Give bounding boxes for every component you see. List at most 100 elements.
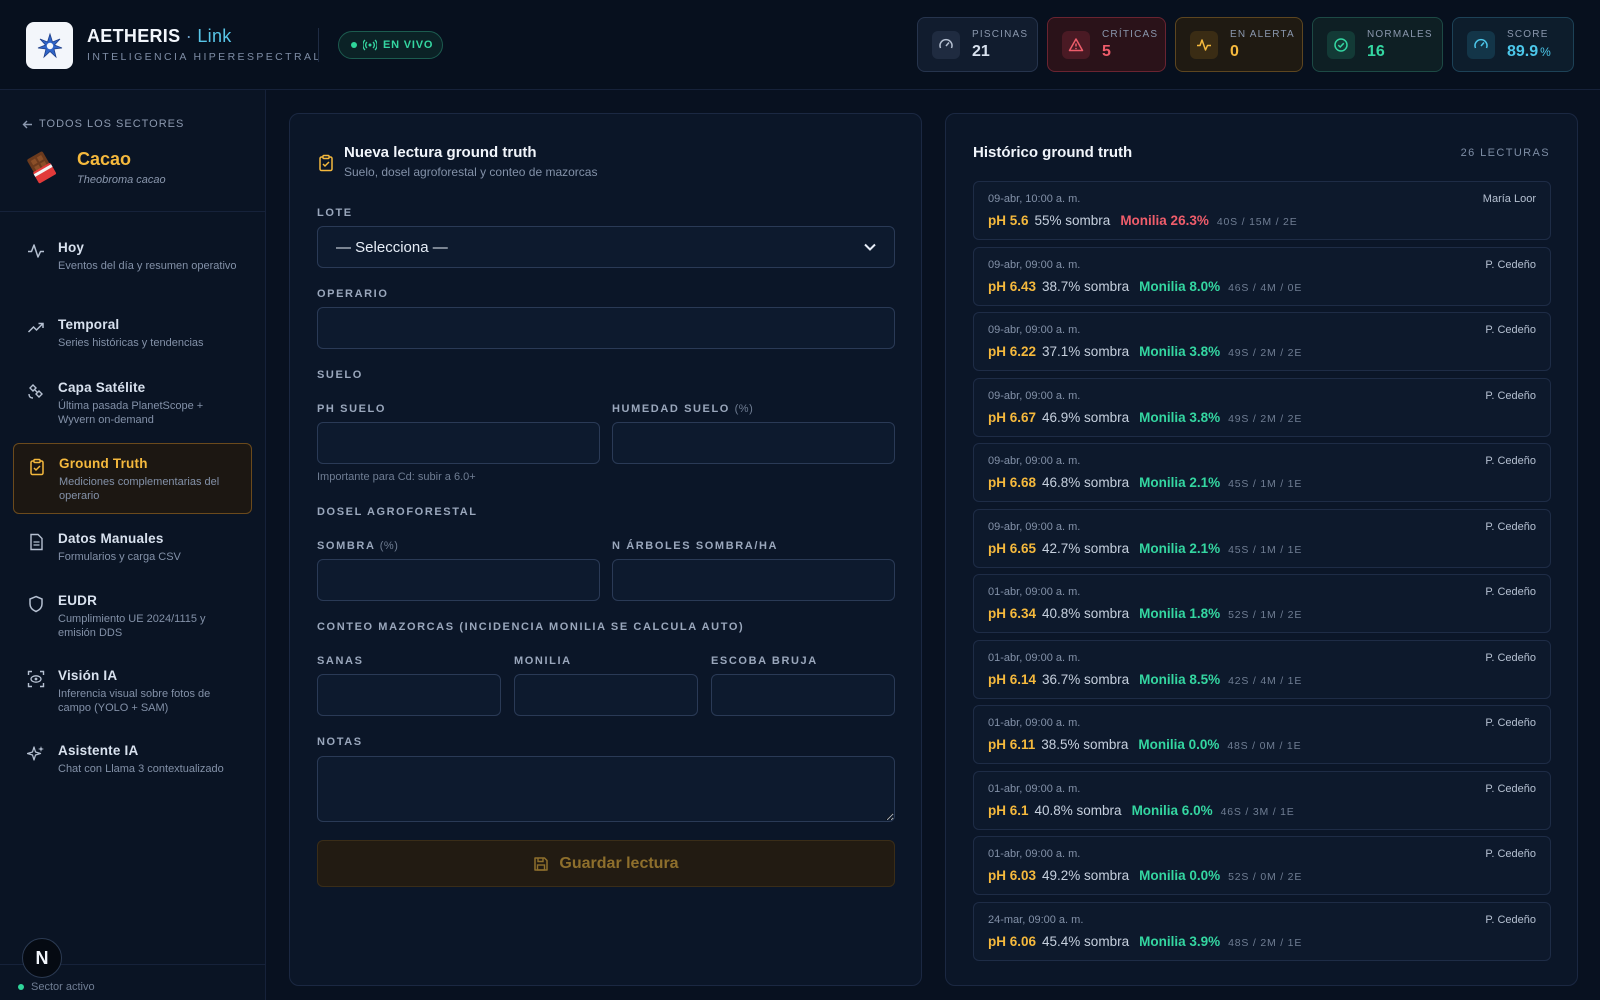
- sidebar-item-vision-ia[interactable]: Visión IA Inferencia visual sobre fotos …: [13, 656, 252, 715]
- arboles-input[interactable]: [612, 559, 895, 601]
- sidebar-divider: [0, 211, 266, 212]
- record-summary: pH 6.14 36.7% sombra Monilia 8.5% 42S / 4M …: [988, 672, 1302, 687]
- record-summary: pH 6.22 37.1% sombra Monilia 3.8% 49S / 2M …: [988, 344, 1302, 359]
- humedad-unit: (%): [734, 403, 754, 415]
- stat-normales[interactable]: NORMALES 16: [1312, 17, 1443, 72]
- form-title: Nueva lectura ground truth: [344, 144, 537, 161]
- suelo-section-label: SUELO: [317, 369, 363, 381]
- ph-input[interactable]: [317, 422, 600, 464]
- record-sombra: 40.8% sombra: [1042, 606, 1130, 621]
- sanas-label: SANAS: [317, 655, 364, 667]
- record-operator: P. Cedeño: [1485, 586, 1536, 598]
- pulse-icon: [28, 244, 44, 258]
- record-operator: P. Cedeño: [1485, 520, 1536, 533]
- sidebar-item-datos-manuales[interactable]: Datos Manuales Formularios y carga CSV: [13, 519, 252, 564]
- record-operator: P. Cedeño: [1485, 324, 1536, 336]
- record-summary: pH 6.68 46.8% sombra Monilia 2.1% 45S / 1M …: [988, 475, 1302, 490]
- history-record[interactable]: 01-abr, 09:00 a. m. P. Cedeño pH 6.03 49.2%…: [973, 836, 1551, 895]
- sidebar-item-temporal[interactable]: Temporal Series históricas y tendencias: [13, 305, 252, 350]
- history-record[interactable]: 09-abr, 09:00 a. m. P. Cedeño pH 6.67 46.9%…: [973, 377, 1551, 437]
- shield-icon: [29, 595, 43, 613]
- record-operator: P. Cedeño: [1485, 389, 1536, 402]
- record-ph: pH 6.65: [988, 540, 1037, 556]
- record-summary: pH 5.6 55% sombra Monilia 26.3% 40S / 15M /…: [988, 213, 1298, 228]
- stat-label: PISCINAS: [972, 28, 1029, 40]
- record-ph: pH 6.06: [988, 933, 1037, 949]
- trending-up-icon: [27, 322, 44, 333]
- operario-input[interactable]: [317, 307, 895, 349]
- history-record[interactable]: 09-abr, 09:00 a. m. P. Cedeño pH 6.22 37.1%…: [973, 312, 1551, 371]
- record-counts: 48S / 2M / 1E: [1228, 936, 1303, 949]
- sparkles-icon: [27, 746, 44, 761]
- record-operator: P. Cedeño: [1485, 782, 1536, 795]
- humedad-input[interactable]: [612, 422, 895, 464]
- save-reading-button[interactable]: Guardar lectura: [317, 840, 895, 887]
- history-record[interactable]: 09-abr, 09:00 a. m. P. Cedeño pH 6.43 38.7%…: [973, 246, 1551, 306]
- app-logo[interactable]: [26, 22, 73, 69]
- sidebar-item-capa-satelite[interactable]: Capa Satélite Última pasada PlanetScope …: [13, 368, 252, 427]
- humedad-label-text: HUMEDAD SUELO: [612, 403, 730, 415]
- record-summary: pH 6.06 45.4% sombra Monilia 3.9% 48S / 2M …: [988, 934, 1302, 949]
- chocolate-icon: [27, 151, 57, 184]
- star-logo-icon: [37, 32, 62, 58]
- history-record[interactable]: 09-abr, 09:00 a. m. P. Cedeño pH 6.65 42.7%…: [973, 508, 1551, 568]
- record-date: 09-abr, 10:00 a. m.: [988, 193, 1081, 205]
- history-panel: Histórico ground truth 26 LECTURAS 09-ab…: [945, 113, 1578, 986]
- record-summary: pH 6.11 38.5% sombra Monilia 0.0% 48S / 0M …: [988, 737, 1301, 752]
- history-record[interactable]: 24-mar, 09:00 a. m. P. Cedeño pH 6.06 45.4%…: [973, 901, 1551, 961]
- sidebar-item-ground-truth[interactable]: Ground Truth Mediciones complementarias …: [13, 443, 252, 514]
- history-record[interactable]: 01-abr, 09:00 a. m. P. Cedeño pH 6.14 36.7%…: [973, 639, 1551, 699]
- record-date: 09-abr, 09:00 a. m.: [988, 389, 1081, 402]
- sidebar-item-asistente-ia[interactable]: Asistente IA Chat con Llama 3 contextual…: [13, 731, 252, 776]
- history-record[interactable]: 01-abr, 09:00 a. m. P. Cedeño pH 6.1 40.8% …: [973, 770, 1551, 830]
- nav-title: Ground Truth: [59, 456, 148, 471]
- sector-scientific-name: Theobroma cacao: [77, 174, 166, 186]
- nav-desc: Cumplimiento UE 2024/1115 y emisión DDS: [58, 613, 206, 639]
- humedad-label: HUMEDAD SUELO (%): [612, 403, 753, 415]
- record-sombra: 46.9% sombra: [1042, 409, 1130, 425]
- stat-value: 89.9: [1507, 42, 1539, 60]
- sidebar-item-eudr[interactable]: EUDR Cumplimiento UE 2024/1115 y emisión…: [13, 581, 252, 640]
- operario-label: OPERARIO: [317, 288, 389, 300]
- stat-value: 5: [1102, 42, 1111, 60]
- record-operator: P. Cedeño: [1485, 913, 1536, 926]
- sombra-input[interactable]: [317, 559, 600, 601]
- stat-score[interactable]: SCORE 89.9%: [1452, 17, 1574, 72]
- record-date: 01-abr, 09:00 a. m.: [988, 651, 1081, 664]
- form-subtitle: Suelo, dosel agroforestal y conteo de ma…: [344, 165, 598, 179]
- record-summary: pH 6.1 40.8% sombra Monilia 6.0% 46S / 3M /…: [988, 803, 1295, 818]
- back-to-sectors-link[interactable]: TODOS LOS SECTORES: [22, 118, 184, 130]
- history-record[interactable]: 09-abr, 10:00 a. m. María Loor pH 5.6 55% s…: [973, 181, 1551, 240]
- record-monilia: Monilia 8.0%: [1139, 278, 1221, 294]
- notas-textarea[interactable]: [317, 756, 895, 822]
- sanas-input[interactable]: [317, 674, 501, 716]
- lote-label: LOTE: [317, 207, 353, 219]
- record-sombra: 38.7% sombra: [1042, 278, 1130, 294]
- nav-desc: Inferencia visual sobre fotos de campo (…: [58, 688, 211, 714]
- record-date: 01-abr, 09:00 a. m.: [988, 717, 1081, 729]
- sidebar-item-hoy[interactable]: Hoy Eventos del día y resumen operativo: [13, 228, 252, 273]
- conteo-section-label: CONTEO MAZORCAS (INCIDENCIA MONILIA SE C…: [317, 621, 745, 633]
- escoba-input[interactable]: [711, 674, 895, 716]
- record-date: 24-mar, 09:00 a. m.: [988, 913, 1084, 926]
- record-operator: P. Cedeño: [1485, 455, 1536, 467]
- record-summary: pH 6.34 40.8% sombra Monilia 1.8% 52S / 1M …: [988, 606, 1302, 621]
- history-title: Histórico ground truth: [973, 144, 1133, 161]
- history-record[interactable]: 01-abr, 09:00 a. m. P. Cedeño pH 6.34 40.8%…: [973, 574, 1551, 633]
- gauge-icon: [932, 30, 960, 59]
- notas-label: NOTAS: [317, 736, 363, 748]
- monilia-input[interactable]: [514, 674, 698, 716]
- stat-label: EN ALERTA: [1230, 28, 1295, 40]
- record-date: 09-abr, 09:00 a. m.: [988, 455, 1081, 467]
- record-ph: pH 6.68: [988, 475, 1037, 490]
- lote-select[interactable]: — Selecciona —: [317, 226, 895, 268]
- stat-criticas[interactable]: CRÍTICAS 5: [1047, 17, 1166, 72]
- history-record[interactable]: 09-abr, 09:00 a. m. P. Cedeño pH 6.68 46.8%…: [973, 443, 1551, 502]
- stat-piscinas[interactable]: PISCINAS 21: [917, 17, 1038, 72]
- clipboard-check-icon: [319, 154, 333, 172]
- history-record[interactable]: 01-abr, 09:00 a. m. P. Cedeño pH 6.11 38.5%…: [973, 705, 1551, 764]
- stat-en-alerta[interactable]: EN ALERTA 0: [1175, 17, 1303, 72]
- nav-title: Asistente IA: [58, 743, 139, 758]
- dev-tools-badge[interactable]: N: [22, 938, 62, 978]
- record-counts: 40S / 15M / 2E: [1216, 216, 1298, 228]
